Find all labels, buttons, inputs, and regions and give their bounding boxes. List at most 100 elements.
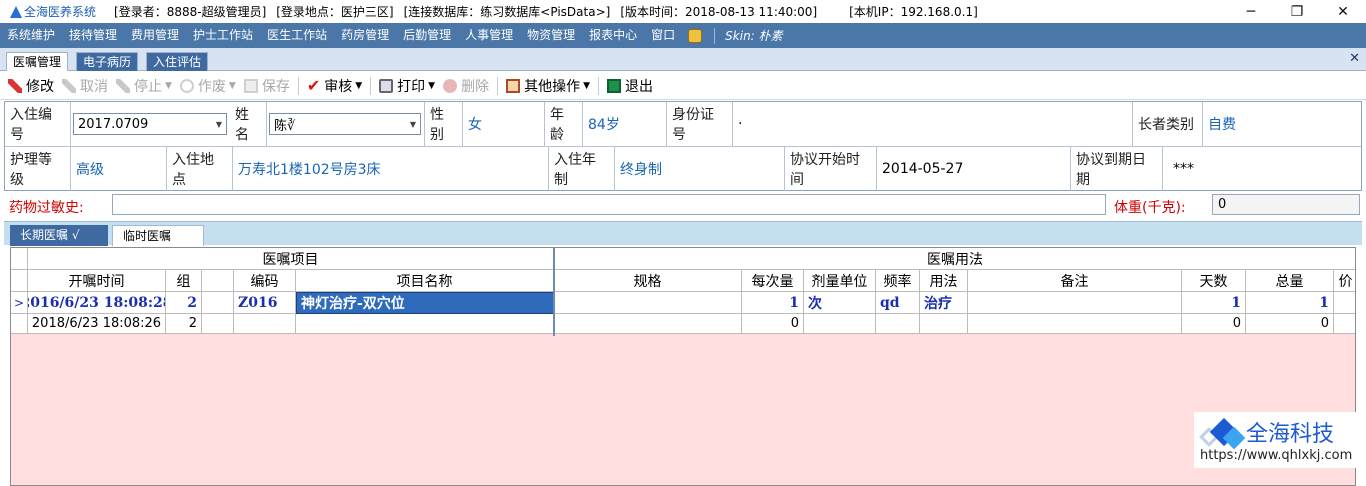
- col-frequency[interactable]: 频率: [876, 270, 920, 292]
- cell-order-time[interactable]: 2018/6/23 18:08:26: [28, 314, 166, 334]
- audit-button[interactable]: ✔ 审核 ▼: [307, 74, 362, 98]
- print-label: 打印: [397, 78, 426, 95]
- menu-system[interactable]: 系统维护: [0, 23, 62, 48]
- elder-type-value: 自费: [1208, 117, 1236, 133]
- row-pointer-icon: >: [11, 292, 28, 314]
- col-flag[interactable]: [202, 270, 234, 292]
- cell-total[interactable]: 1: [1246, 292, 1334, 314]
- restore-button[interactable]: ❐: [1274, 0, 1320, 23]
- tab-long-term-orders[interactable]: 长期医嘱 √: [10, 225, 108, 246]
- cell-price[interactable]: [1334, 314, 1355, 334]
- cell-dose-unit[interactable]: [804, 314, 876, 334]
- exit-icon: [607, 78, 622, 93]
- cell-code[interactable]: Z016: [234, 292, 296, 314]
- allergy-field[interactable]: [112, 194, 1106, 215]
- col-remark[interactable]: 备注: [968, 270, 1182, 292]
- col-dose[interactable]: 每次量: [742, 270, 804, 292]
- group-header-usage: 医嘱用法: [554, 248, 1355, 270]
- tab-assessment[interactable]: 入住评估: [146, 52, 209, 71]
- col-dose-unit[interactable]: 剂量单位: [804, 270, 876, 292]
- cancel-icon: [62, 78, 76, 93]
- app-logo-icon: [8, 5, 22, 19]
- col-days[interactable]: 天数: [1182, 270, 1246, 292]
- skin-selector[interactable]: Skin: 朴素: [721, 27, 782, 44]
- cell-days[interactable]: 1: [1182, 292, 1246, 314]
- order-type-tabs: 长期医嘱 √ 临时医嘱: [4, 221, 1362, 246]
- cell-price[interactable]: [1334, 292, 1355, 314]
- menu-reports[interactable]: 报表中心: [582, 23, 644, 48]
- cell-dose[interactable]: 0: [742, 314, 804, 334]
- stay-type-label: 入住年制: [549, 147, 615, 191]
- cell-item-name[interactable]: 神灯治疗-双穴位: [296, 292, 554, 314]
- cell-total[interactable]: 0: [1246, 314, 1334, 334]
- cell-flag[interactable]: [202, 314, 234, 334]
- cell-flag[interactable]: [202, 292, 234, 314]
- cell-group[interactable]: 2: [166, 314, 202, 334]
- col-price[interactable]: 价: [1334, 270, 1355, 292]
- menu-doctor-station[interactable]: 医生工作站: [260, 23, 334, 48]
- cell-spec[interactable]: [554, 314, 742, 334]
- cell-frequency[interactable]: qd: [876, 292, 920, 314]
- patient-info-row-1: 入住编号 2017.0709 ▼ 姓名 陈∛ ▼ 性别 女 年龄 84岁 身份证…: [5, 102, 1361, 147]
- col-code[interactable]: 编码: [234, 270, 296, 292]
- tab-emr[interactable]: 电子病历: [76, 52, 139, 71]
- cell-remark[interactable]: [968, 292, 1182, 314]
- close-tab-icon[interactable]: ✕: [1349, 51, 1360, 66]
- cell-remark[interactable]: [968, 314, 1182, 334]
- name-cell: 陈∛ ▼: [267, 102, 425, 146]
- menu-hr[interactable]: 人事管理: [458, 23, 520, 48]
- other-ops-icon: [506, 78, 521, 93]
- col-total[interactable]: 总量: [1246, 270, 1334, 292]
- menu-pharmacy[interactable]: 药房管理: [334, 23, 396, 48]
- admission-no-combo[interactable]: 2017.0709 ▼: [73, 113, 227, 135]
- cancel-button[interactable]: 取消: [62, 74, 108, 98]
- menu-window[interactable]: 窗口: [644, 23, 682, 48]
- menu-logistics[interactable]: 后勤管理: [396, 23, 458, 48]
- cell-usage[interactable]: 治疗: [920, 292, 968, 314]
- age-label: 年龄: [545, 102, 583, 146]
- minimize-button[interactable]: ─: [1228, 0, 1274, 23]
- edit-button[interactable]: 修改: [8, 74, 54, 98]
- cell-spec[interactable]: [554, 292, 742, 314]
- col-order-time[interactable]: 开嘱时间: [28, 270, 166, 292]
- cell-frequency[interactable]: [876, 314, 920, 334]
- weight-field[interactable]: 0: [1212, 194, 1360, 215]
- other-ops-button[interactable]: 其他操作 ▼: [506, 74, 590, 98]
- menu-reception[interactable]: 接待管理: [62, 23, 124, 48]
- menu-bar: 系统维护 接待管理 费用管理 护士工作站 医生工作站 药房管理 后勤管理 人事管…: [0, 23, 1366, 48]
- col-item-name[interactable]: 项目名称: [296, 270, 554, 292]
- chevron-down-icon: ▼: [215, 119, 222, 129]
- watermark-url: https://www.qhlxkj.com: [1200, 448, 1353, 463]
- cell-dose-unit[interactable]: 次: [804, 292, 876, 314]
- col-spec[interactable]: 规格: [554, 270, 742, 292]
- group-header-item: 医嘱项目: [28, 248, 554, 270]
- gender-label: 性别: [425, 102, 463, 146]
- col-group[interactable]: 组: [166, 270, 202, 292]
- cell-code[interactable]: [234, 314, 296, 334]
- close-window-button[interactable]: ✕: [1320, 0, 1366, 23]
- exit-button[interactable]: 退出: [607, 74, 653, 98]
- name-combo[interactable]: 陈∛ ▼: [269, 113, 421, 135]
- stop-button[interactable]: 停止 ▼: [116, 74, 172, 98]
- save-button[interactable]: 保存: [243, 74, 290, 98]
- cell-order-time[interactable]: 2016/6/23 18:08:28: [28, 292, 166, 314]
- void-button[interactable]: 作废 ▼: [179, 74, 236, 98]
- tab-orders[interactable]: 医嘱管理: [6, 52, 69, 71]
- col-usage[interactable]: 用法: [920, 270, 968, 292]
- menu-fees[interactable]: 费用管理: [124, 23, 186, 48]
- stay-type-value: 终身制: [615, 147, 785, 191]
- cell-days[interactable]: 0: [1182, 314, 1246, 334]
- menu-supplies[interactable]: 物资管理: [520, 23, 582, 48]
- tab-temporary-orders[interactable]: 临时医嘱: [112, 225, 204, 246]
- print-button[interactable]: 打印 ▼: [379, 74, 435, 98]
- cell-usage[interactable]: [920, 314, 968, 334]
- table-row[interactable]: 2018/6/23 18:08:26 2 0 0 0: [11, 314, 1355, 334]
- menu-nurse-station[interactable]: 护士工作站: [186, 23, 260, 48]
- cell-item-name[interactable]: [296, 314, 554, 334]
- cell-group[interactable]: 2: [166, 292, 202, 314]
- cell-dose[interactable]: 1: [742, 292, 804, 314]
- tools-icon[interactable]: [688, 28, 703, 43]
- table-row[interactable]: > 2016/6/23 18:08:28 2 Z016 神灯治疗-双穴位 1 次…: [11, 292, 1355, 314]
- delete-button[interactable]: 删除: [443, 74, 489, 98]
- watermark-logo: 全海科技 https://www.qhlxkj.com: [1194, 412, 1366, 468]
